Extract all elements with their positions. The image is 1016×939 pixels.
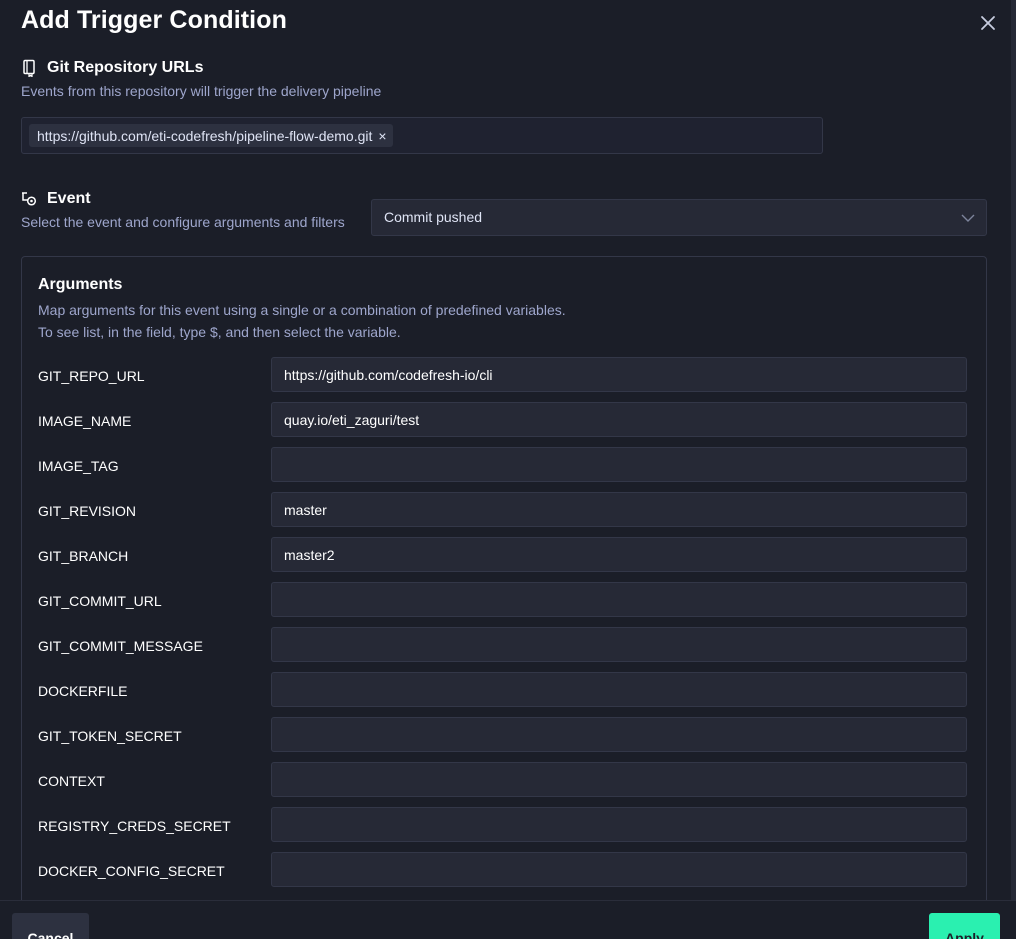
argument-label: DOCKERFILE (38, 683, 128, 699)
repository-icon (23, 59, 35, 77)
argument-input-image-name[interactable] (271, 402, 967, 437)
argument-row-git-commit-url: GIT_COMMIT_URL (22, 582, 986, 619)
argument-input-registry-creds-secret[interactable] (271, 807, 967, 842)
argument-row-git-commit-message: GIT_COMMIT_MESSAGE (22, 627, 986, 664)
argument-input-context[interactable] (271, 762, 967, 797)
argument-row-docker-config-secret: DOCKER_CONFIG_SECRET (22, 852, 986, 889)
argument-label: GIT_COMMIT_MESSAGE (38, 638, 203, 654)
arguments-panel: Arguments Map arguments for this event u… (21, 256, 987, 939)
argument-row-image-tag: IMAGE_TAG (22, 447, 986, 484)
dialog-title: Add Trigger Condition (21, 6, 287, 34)
dialog-footer: Cancel Apply (0, 900, 1016, 939)
argument-input-git-branch[interactable] (271, 537, 967, 572)
argument-input-git-commit-message[interactable] (271, 627, 967, 662)
argument-input-git-repo-url[interactable] (271, 357, 967, 392)
close-button[interactable] (977, 12, 999, 34)
event-section-heading: Event (21, 190, 91, 208)
event-trigger-icon (22, 192, 37, 206)
repo-section-title: Git Repository URLs (47, 59, 204, 76)
argument-label: IMAGE_NAME (38, 413, 132, 429)
argument-input-git-revision[interactable] (271, 492, 967, 527)
argument-input-docker-config-secret[interactable] (271, 852, 967, 887)
remove-chip-icon[interactable]: × (378, 128, 386, 144)
arguments-description-line2: To see list, in the field, type $, and t… (38, 324, 401, 340)
argument-label: GIT_BRANCH (38, 548, 129, 564)
argument-label: IMAGE_TAG (38, 458, 119, 474)
event-section-title: Event (47, 190, 91, 207)
argument-row-git-repo-url: GIT_REPO_URL (22, 357, 986, 394)
close-icon (981, 16, 995, 30)
argument-row-context: CONTEXT (22, 762, 986, 799)
event-select-value: Commit pushed (384, 209, 483, 225)
argument-input-image-tag[interactable] (271, 447, 967, 482)
argument-label: GIT_COMMIT_URL (38, 593, 162, 609)
argument-input-git-token-secret[interactable] (271, 717, 967, 752)
argument-row-image-name: IMAGE_NAME (22, 402, 986, 439)
repo-section-heading: Git Repository URLs (21, 59, 203, 77)
arguments-title: Arguments (38, 276, 123, 293)
argument-row-git-token-secret: GIT_TOKEN_SECRET (22, 717, 986, 754)
argument-label: REGISTRY_CREDS_SECRET (38, 818, 231, 834)
argument-label: GIT_TOKEN_SECRET (38, 728, 182, 744)
argument-row-git-revision: GIT_REVISION (22, 492, 986, 529)
argument-label: CONTEXT (38, 773, 105, 789)
argument-input-git-commit-url[interactable] (271, 582, 967, 617)
argument-row-registry-creds-secret: REGISTRY_CREDS_SECRET (22, 807, 986, 844)
argument-label: GIT_REPO_URL (38, 368, 145, 384)
chevron-down-icon (961, 214, 975, 222)
argument-input-dockerfile[interactable] (271, 672, 967, 707)
repo-url-chip: https://github.com/eti-codefresh/pipelin… (29, 124, 393, 147)
repo-section-description: Events from this repository will trigger… (21, 83, 382, 99)
argument-row-dockerfile: DOCKERFILE (22, 672, 986, 709)
apply-button[interactable]: Apply (929, 913, 1000, 939)
scrollbar[interactable] (1011, 0, 1016, 900)
argument-label: GIT_REVISION (38, 503, 137, 519)
event-select[interactable]: Commit pushed (371, 199, 987, 236)
arguments-description-line1: Map arguments for this event using a sin… (38, 302, 566, 318)
event-section-description: Select the event and configure arguments… (21, 214, 345, 230)
cancel-button[interactable]: Cancel (12, 913, 89, 939)
add-trigger-condition-dialog: Add Trigger Condition Git Repository URL… (0, 0, 1016, 939)
repo-url-input[interactable]: https://github.com/eti-codefresh/pipelin… (21, 117, 823, 154)
argument-label: DOCKER_CONFIG_SECRET (38, 863, 225, 879)
argument-row-git-branch: GIT_BRANCH (22, 537, 986, 574)
repo-url-chip-label: https://github.com/eti-codefresh/pipelin… (37, 127, 373, 144)
